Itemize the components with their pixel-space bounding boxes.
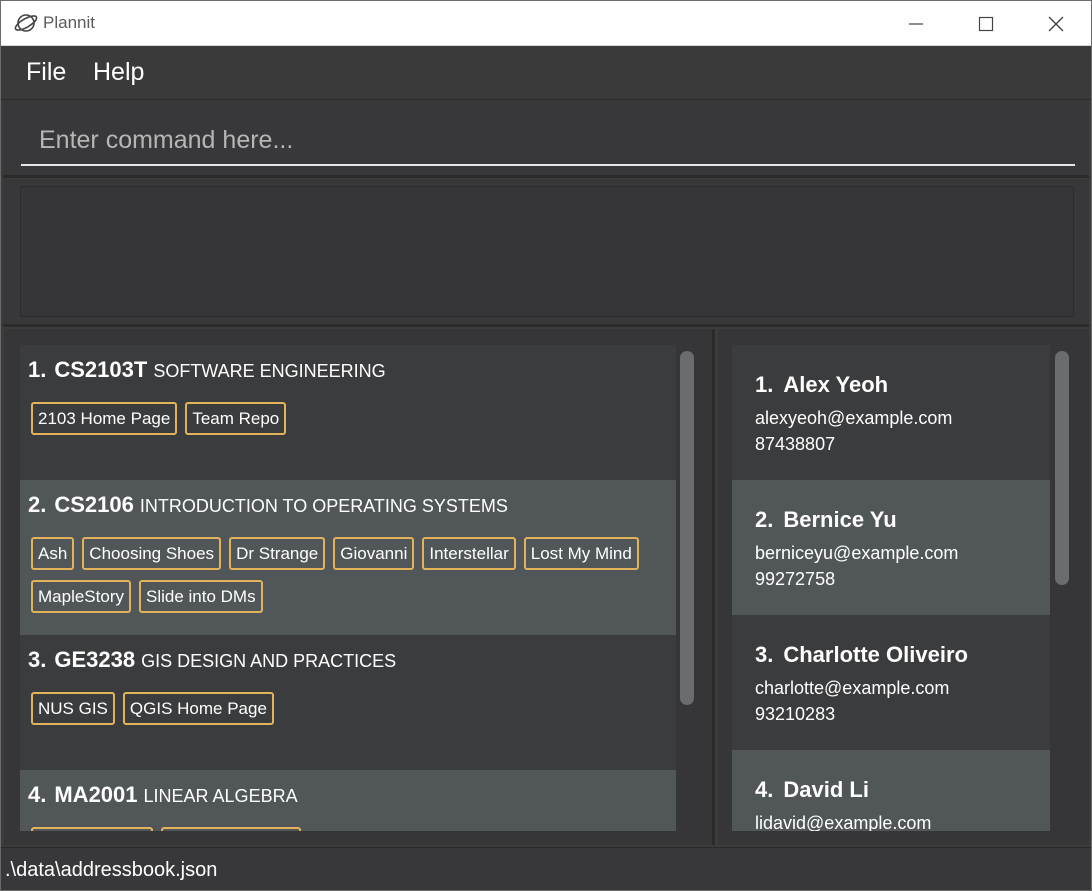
tag-row: NUS GIS QGIS Home Page [31,692,274,725]
module-scroll-thumb[interactable] [680,351,694,705]
module-code: GE3238 [54,647,136,672]
module-code: CS2106 [54,492,134,517]
tag: Ash [31,537,75,570]
person-scroll-thumb[interactable] [1055,351,1069,585]
person-name: Alex Yeoh [783,372,889,397]
tag [161,827,301,831]
module-card[interactable]: 1. CS2103T SOFTWARE ENGINEERING 2103 Home … [20,345,676,480]
person-header: 3. Charlotte Oliveiro [755,642,968,668]
window-title: Plannit [43,13,95,32]
tag: Team Repo [185,402,287,435]
module-card[interactable]: 2. CS2106 INTRODUCTION TO OPERATING SYSTEM… [20,480,676,635]
person-card[interactable]: 1. Alex Yeoh alexyeoh@example.com 8743880… [732,345,1050,480]
module-list-scrollbar[interactable] [679,349,695,709]
minimize-button[interactable] [893,9,939,39]
person-name: David Li [783,777,869,802]
module-card[interactable]: 4. MA2001 LINEAR ALGEBRA [20,770,676,831]
command-input[interactable] [21,116,1075,166]
person-name: Charlotte Oliveiro [783,642,968,667]
app-window: Plannit File Help 1. CS2103TSOFTWARE ENGI… [0,0,1092,891]
module-list[interactable]: 1. CS2103T SOFTWARE ENGINEERING 2103 Home … [20,345,676,831]
tag: QGIS Home Page [122,692,274,725]
tag: 2103 Home Page [31,402,178,435]
person-card[interactable]: 3. Charlotte Oliveiro charlotte@example.c… [732,615,1050,750]
person-header: 1. Alex Yeoh [755,372,888,398]
module-name: INTRODUCTION TO OPERATING SYSTEMS [139,496,508,516]
person-card[interactable]: 2. Bernice Yu berniceyu@example.com 99272… [732,480,1050,615]
module-code: MA2001 [54,782,138,807]
tag: MapleStory [31,580,131,613]
person-header: 4. David Li [755,777,869,803]
result-display [20,186,1074,317]
result-box [3,179,1089,327]
tag: Choosing Shoes [82,537,222,570]
tag: Interstellar [422,537,516,570]
person-email: berniceyu@example.com [755,543,959,563]
module-name: GIS DESIGN AND PRACTICES [141,651,397,671]
person-name: Bernice Yu [783,507,897,532]
tag-row [31,827,301,831]
module-index: 4. [28,782,47,807]
module-index: 3. [28,647,47,672]
person-index: 1. [755,372,774,397]
person-list-scrollbar[interactable] [1054,349,1070,589]
person-card[interactable]: 4. David Li lidavid@example.com [732,750,1050,831]
maximize-icon [978,16,994,32]
module-index: 1. [28,357,47,382]
minimize-icon [909,23,923,25]
tag: Slide into DMs [138,580,263,613]
title-bar: Plannit [1,1,1091,46]
person-list[interactable]: 1. Alex Yeoh alexyeoh@example.com 8743880… [732,345,1050,831]
maximize-button[interactable] [963,9,1009,39]
module-name: SOFTWARE ENGINEERING [153,361,386,381]
person-email: alexyeoh@example.com [755,408,953,428]
module-card[interactable]: 3. GE3238 GIS DESIGN AND PRACTICES NUS GIS… [20,635,676,770]
module-code: CS2103T [54,357,148,382]
close-icon [1048,16,1064,32]
person-index: 4. [755,777,774,802]
module-header: 1. CS2103T SOFTWARE ENGINEERING [28,357,386,383]
tag: Lost My Mind [523,537,639,570]
tag-row: MapleStory Slide into DMs [31,580,263,613]
tag-row: 2103 Home Page Team Repo [31,402,287,435]
tag: Dr Strange [229,537,326,570]
module-name: LINEAR ALGEBRA [143,786,298,806]
module-header: 2. CS2106 INTRODUCTION TO OPERATING SYSTEM… [28,492,508,518]
planet-icon [14,14,38,32]
person-phone: 87438807 [755,434,836,454]
menu-bar: File Help [1,46,1091,100]
tag: NUS GIS [31,692,115,725]
person-header: 2. Bernice Yu [755,507,897,533]
save-location: .\data\addressbook.json [5,859,218,881]
menu-help[interactable]: Help [93,58,144,87]
menu-file[interactable]: File [26,58,66,87]
command-box [3,100,1089,178]
person-email: charlotte@example.com [755,678,950,698]
close-button[interactable] [1033,9,1079,39]
status-bar: .\data\addressbook.json [1,847,1091,890]
person-phone: 93210283 [755,704,836,724]
person-email: lidavid@example.com [755,813,932,831]
person-index: 2. [755,507,774,532]
person-phone: 99272758 [755,569,836,589]
person-list-panel: 1. Alex Yeoh alexyeoh@example.com 8743880… [718,329,1089,845]
person-index: 3. [755,642,774,667]
module-list-panel: 1. CS2103T SOFTWARE ENGINEERING 2103 Home … [4,329,715,845]
tag [31,827,153,831]
module-header: 3. GE3238 GIS DESIGN AND PRACTICES [28,647,396,673]
tag: Giovanni [333,537,415,570]
module-index: 2. [28,492,47,517]
module-header: 4. MA2001 LINEAR ALGEBRA [28,782,298,808]
tag-row: Ash Choosing Shoes Dr Strange Giovanni I… [31,537,639,570]
